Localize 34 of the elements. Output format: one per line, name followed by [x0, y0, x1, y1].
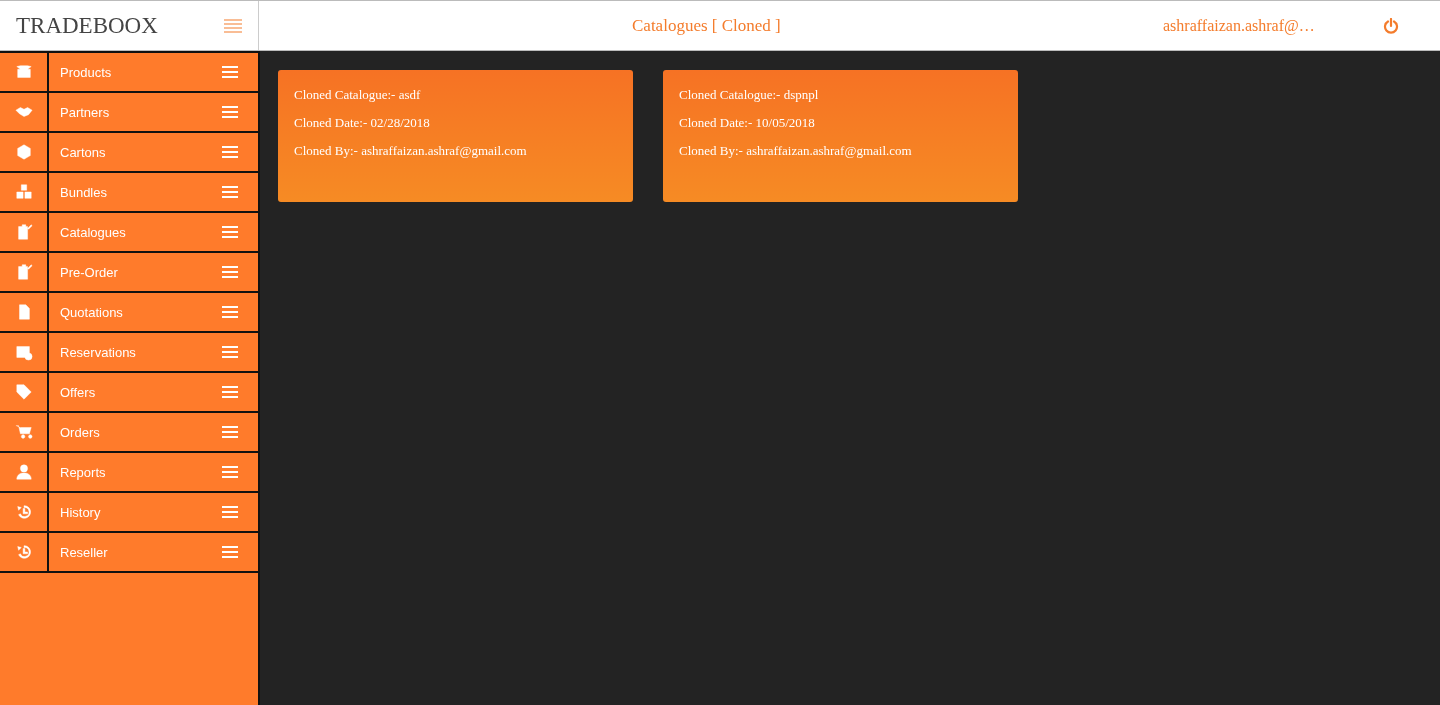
sidebar-item[interactable]: Reports	[60, 464, 106, 480]
sidebar-item[interactable]: Cartons	[60, 144, 106, 160]
history-icon	[14, 543, 33, 561]
menu-icon[interactable]	[224, 18, 242, 33]
cart-icon	[14, 423, 33, 441]
sidebar-item[interactable]: Offers	[60, 384, 96, 400]
page-title: Catalogues [ Cloned ]	[632, 15, 781, 36]
history-icon	[14, 503, 33, 521]
card-text: Cloned Date:- 02/28/2018	[294, 114, 430, 132]
sidebar-item[interactable]: Partners	[60, 104, 110, 120]
user-email[interactable]: ashraffaizan.ashraf@…	[1163, 16, 1315, 35]
cubes-icon	[14, 183, 33, 201]
person-icon	[14, 463, 33, 481]
sidebar-item[interactable]: Reseller	[60, 544, 108, 560]
sidebar-item[interactable]: Pre-Order	[60, 264, 118, 280]
cloned-catalogue-card[interactable]: Cloned Catalogue:- dspnpl Cloned Date:- 10/05/2018 Cloned By:- ashraffaizan.ashraf@gmail.com	[663, 70, 1018, 202]
box-icon	[14, 63, 33, 81]
sidebar-item[interactable]: Reservations	[60, 344, 136, 360]
sidebar-item[interactable]: Orders	[60, 424, 100, 440]
cube-icon	[14, 143, 33, 161]
sidebar-item[interactable]: Products	[60, 64, 112, 80]
card-text: Cloned Catalogue:- asdf	[294, 86, 421, 104]
card-text: Cloned Date:- 10/05/2018	[679, 114, 815, 132]
power-icon[interactable]	[1383, 17, 1399, 34]
cloned-catalogue-card[interactable]: Cloned Catalogue:- asdf Cloned Date:- 02/28/2018 Cloned By:- ashraffaizan.ashraf@gmail.com	[278, 70, 633, 202]
app-logo: TRADEBOOX	[16, 12, 158, 39]
sidebar-item[interactable]: Bundles	[60, 184, 107, 200]
tag-icon	[14, 383, 33, 401]
sidebar-item[interactable]: Catalogues	[60, 224, 126, 240]
sidebar-item[interactable]: History	[60, 504, 101, 520]
card-text: Cloned By:- ashraffaizan.ashraf@gmail.com	[679, 142, 912, 160]
card-text: Cloned Catalogue:- dspnpl	[679, 86, 819, 104]
card-text: Cloned By:- ashraffaizan.ashraf@gmail.com	[294, 142, 527, 160]
sidebar-item[interactable]: Quotations	[60, 304, 123, 320]
